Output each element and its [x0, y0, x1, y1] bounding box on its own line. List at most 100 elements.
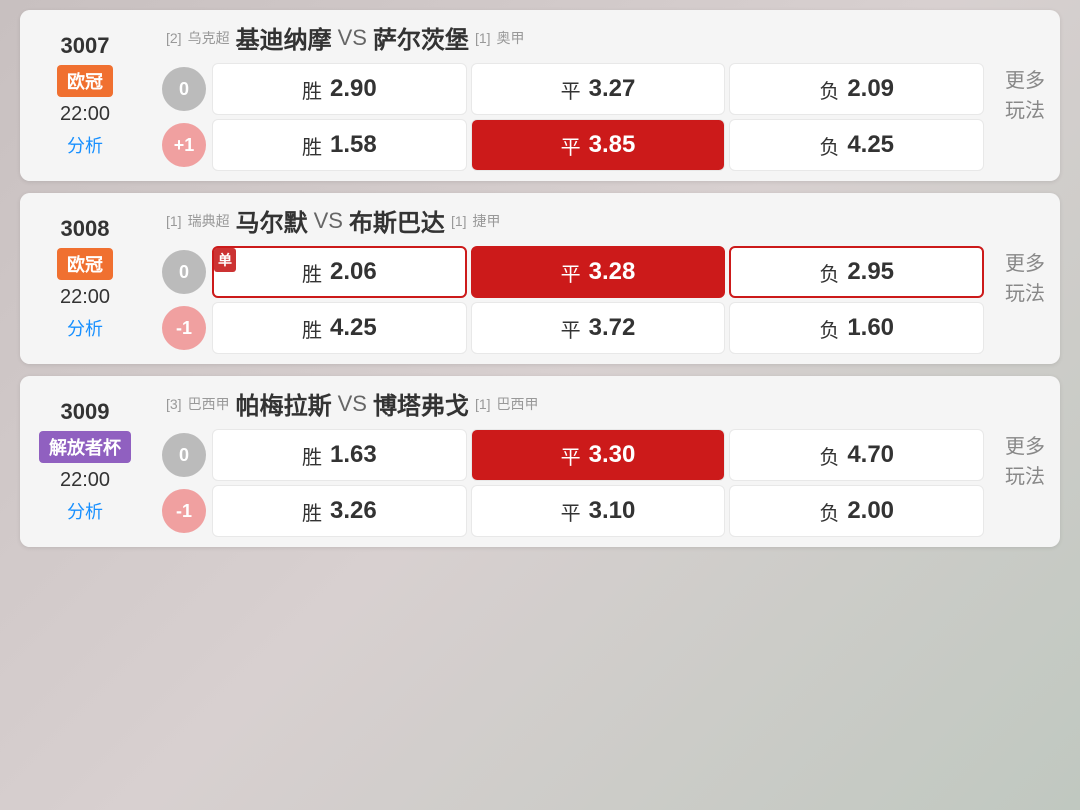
odds-cells: 单 胜 2.06 平3.28负2.95: [212, 246, 984, 298]
odds-cell-wrapper-0: 胜1.63: [212, 429, 467, 481]
odds-cells: 胜1.63 平 3.30 负 4.70: [212, 429, 984, 481]
odds-value: 3.72: [589, 314, 636, 342]
odds-value: 1.60: [847, 314, 894, 342]
odds-section: 0胜2.90平3.27负2.09+1胜1.58平3.85负4.25: [156, 59, 990, 175]
odds-value: 2.09: [847, 75, 894, 103]
right-league-rank: [1]: [475, 30, 491, 46]
match-card-3008: 3008欧冠22:00分析 [1] 瑞典超 马尔默 VS 布斯巴达 [1] 捷甲…: [20, 193, 1060, 364]
odds-type-label: 平: [561, 314, 581, 343]
odds-type-label: 负: [819, 441, 839, 470]
odds-row-0: 0胜1.63 平 3.30 负 4.70: [162, 429, 984, 481]
odds-cell-2[interactable]: 负2.95: [729, 246, 984, 298]
odds-cell-0[interactable]: 胜3.26: [212, 485, 467, 537]
odds-cell-wrapper-0: 胜3.26: [212, 485, 467, 537]
odds-cell-1[interactable]: 平3.85: [471, 119, 726, 171]
right-league-label: 巴西甲: [497, 394, 539, 414]
single-badge: 单: [214, 248, 236, 272]
odds-cell-wrapper-2: 负2.95: [729, 246, 984, 298]
left-league-rank: [2]: [166, 30, 182, 46]
odds-value: 2.90: [330, 75, 377, 103]
right-panel-3007: [2] 乌克超 基迪纳摩 VS 萨尔茨堡 [1] 奥甲 0胜2.90平3.27负…: [150, 10, 990, 181]
odds-cell-0[interactable]: 胜1.63: [212, 429, 467, 481]
odds-row-0: 0单胜2.06平3.28负2.95: [162, 246, 984, 298]
odds-cell-wrapper-1: 平 3.30: [471, 429, 726, 481]
odds-cell-wrapper-1: 平3.85: [471, 119, 726, 171]
odds-value: 1.63: [330, 441, 377, 469]
odds-cell-1[interactable]: 平 3.27: [471, 63, 726, 115]
left-league-label: 乌克超: [188, 28, 230, 48]
odds-cell-1[interactable]: 平3.28: [471, 246, 726, 298]
odds-cell-wrapper-0: 胜 1.58: [212, 119, 467, 171]
match-id: 3009: [61, 399, 110, 425]
right-league-label: 奥甲: [497, 28, 525, 48]
odds-cell-wrapper-1: 平 3.72: [471, 302, 726, 354]
match-title-row: [1] 瑞典超 马尔默 VS 布斯巴达 [1] 捷甲: [156, 199, 990, 242]
odds-type-label: 胜: [302, 258, 322, 287]
odds-cell-2[interactable]: 负2.00: [729, 485, 984, 537]
analyze-link[interactable]: 分析: [67, 498, 103, 524]
odds-type-label: 胜: [302, 75, 322, 104]
odds-row-1: -1胜4.25平3.72负1.60: [162, 302, 984, 354]
odds-cell-wrapper-2: 负 4.25: [729, 119, 984, 171]
odds-cell-0[interactable]: 胜4.25: [212, 302, 467, 354]
team1-name: 马尔默: [236, 203, 308, 238]
left-league-label: 巴西甲: [188, 394, 230, 414]
odds-value: 1.58: [330, 131, 377, 159]
odds-cell-wrapper-2: 负2.00: [729, 485, 984, 537]
odds-cell-wrapper-0: 胜4.25: [212, 302, 467, 354]
odds-section: 0胜1.63平3.30负4.70-1胜3.26平3.10负2.00: [156, 425, 990, 541]
odds-type-label: 负: [819, 75, 839, 104]
odds-type-label: 平: [561, 497, 581, 526]
odds-cell-0[interactable]: 胜 1.58: [212, 119, 467, 171]
match-card-3007: 3007欧冠22:00分析 [2] 乌克超 基迪纳摩 VS 萨尔茨堡 [1] 奥…: [20, 10, 1060, 181]
match-id: 3007: [61, 33, 110, 59]
left-league-label: 瑞典超: [188, 211, 230, 231]
odds-cell-2[interactable]: 负1.60: [729, 302, 984, 354]
more-panel[interactable]: 更多玩法: [990, 376, 1060, 547]
right-league-label: 捷甲: [473, 211, 501, 231]
odds-cell-1[interactable]: 平3.10: [471, 485, 726, 537]
right-panel-3009: [3] 巴西甲 帕梅拉斯 VS 博塔弗戈 [1] 巴西甲 0胜1.63平3.30…: [150, 376, 990, 547]
odds-row-0: 0胜2.90平3.27负2.09: [162, 63, 984, 115]
vs-label: VS: [338, 391, 367, 417]
league-badge[interactable]: 欧冠: [57, 65, 113, 97]
odds-cell-1[interactable]: 平 3.72: [471, 302, 726, 354]
team1-name: 帕梅拉斯: [236, 386, 332, 421]
odds-type-label: 平: [561, 75, 581, 104]
odds-cell-wrapper-0: 单 胜 2.06: [212, 246, 467, 298]
odds-type-label: 胜: [302, 131, 322, 160]
league-badge[interactable]: 解放者杯: [39, 431, 131, 463]
odds-cell-1[interactable]: 平 3.30: [471, 429, 726, 481]
odds-cell-2[interactable]: 负 4.25: [729, 119, 984, 171]
odds-cells: 胜3.26平3.10负2.00: [212, 485, 984, 537]
match-time: 22:00: [60, 469, 110, 492]
analyze-link[interactable]: 分析: [67, 132, 103, 158]
handicap-badge: 0: [162, 433, 206, 477]
team2-name: 布斯巴达: [349, 203, 445, 238]
odds-value: 3.30: [589, 441, 636, 469]
team2-name: 萨尔茨堡: [373, 20, 469, 55]
odds-type-label: 负: [819, 131, 839, 160]
odds-cell-0[interactable]: 胜 2.90: [212, 63, 467, 115]
odds-cell-wrapper-2: 负1.60: [729, 302, 984, 354]
odds-value: 4.25: [847, 131, 894, 159]
league-badge[interactable]: 欧冠: [57, 248, 113, 280]
odds-type-label: 平: [561, 441, 581, 470]
odds-type-label: 胜: [302, 497, 322, 526]
odds-value: 3.27: [589, 75, 636, 103]
odds-value: 2.06: [330, 258, 377, 286]
more-panel[interactable]: 更多玩法: [990, 193, 1060, 364]
odds-value: 4.70: [847, 441, 894, 469]
odds-value: 3.28: [589, 258, 636, 286]
odds-cell-2[interactable]: 负 2.09: [729, 63, 984, 115]
match-time: 22:00: [60, 103, 110, 126]
more-panel[interactable]: 更多玩法: [990, 10, 1060, 181]
handicap-badge: +1: [162, 123, 206, 167]
analyze-link[interactable]: 分析: [67, 315, 103, 341]
odds-cell-0[interactable]: 胜 2.06: [212, 246, 467, 298]
odds-value: 3.85: [589, 131, 636, 159]
odds-cells: 胜4.25 平 3.72 负1.60: [212, 302, 984, 354]
right-league-rank: [1]: [451, 213, 467, 229]
odds-cell-2[interactable]: 负 4.70: [729, 429, 984, 481]
team1-name: 基迪纳摩: [236, 20, 332, 55]
